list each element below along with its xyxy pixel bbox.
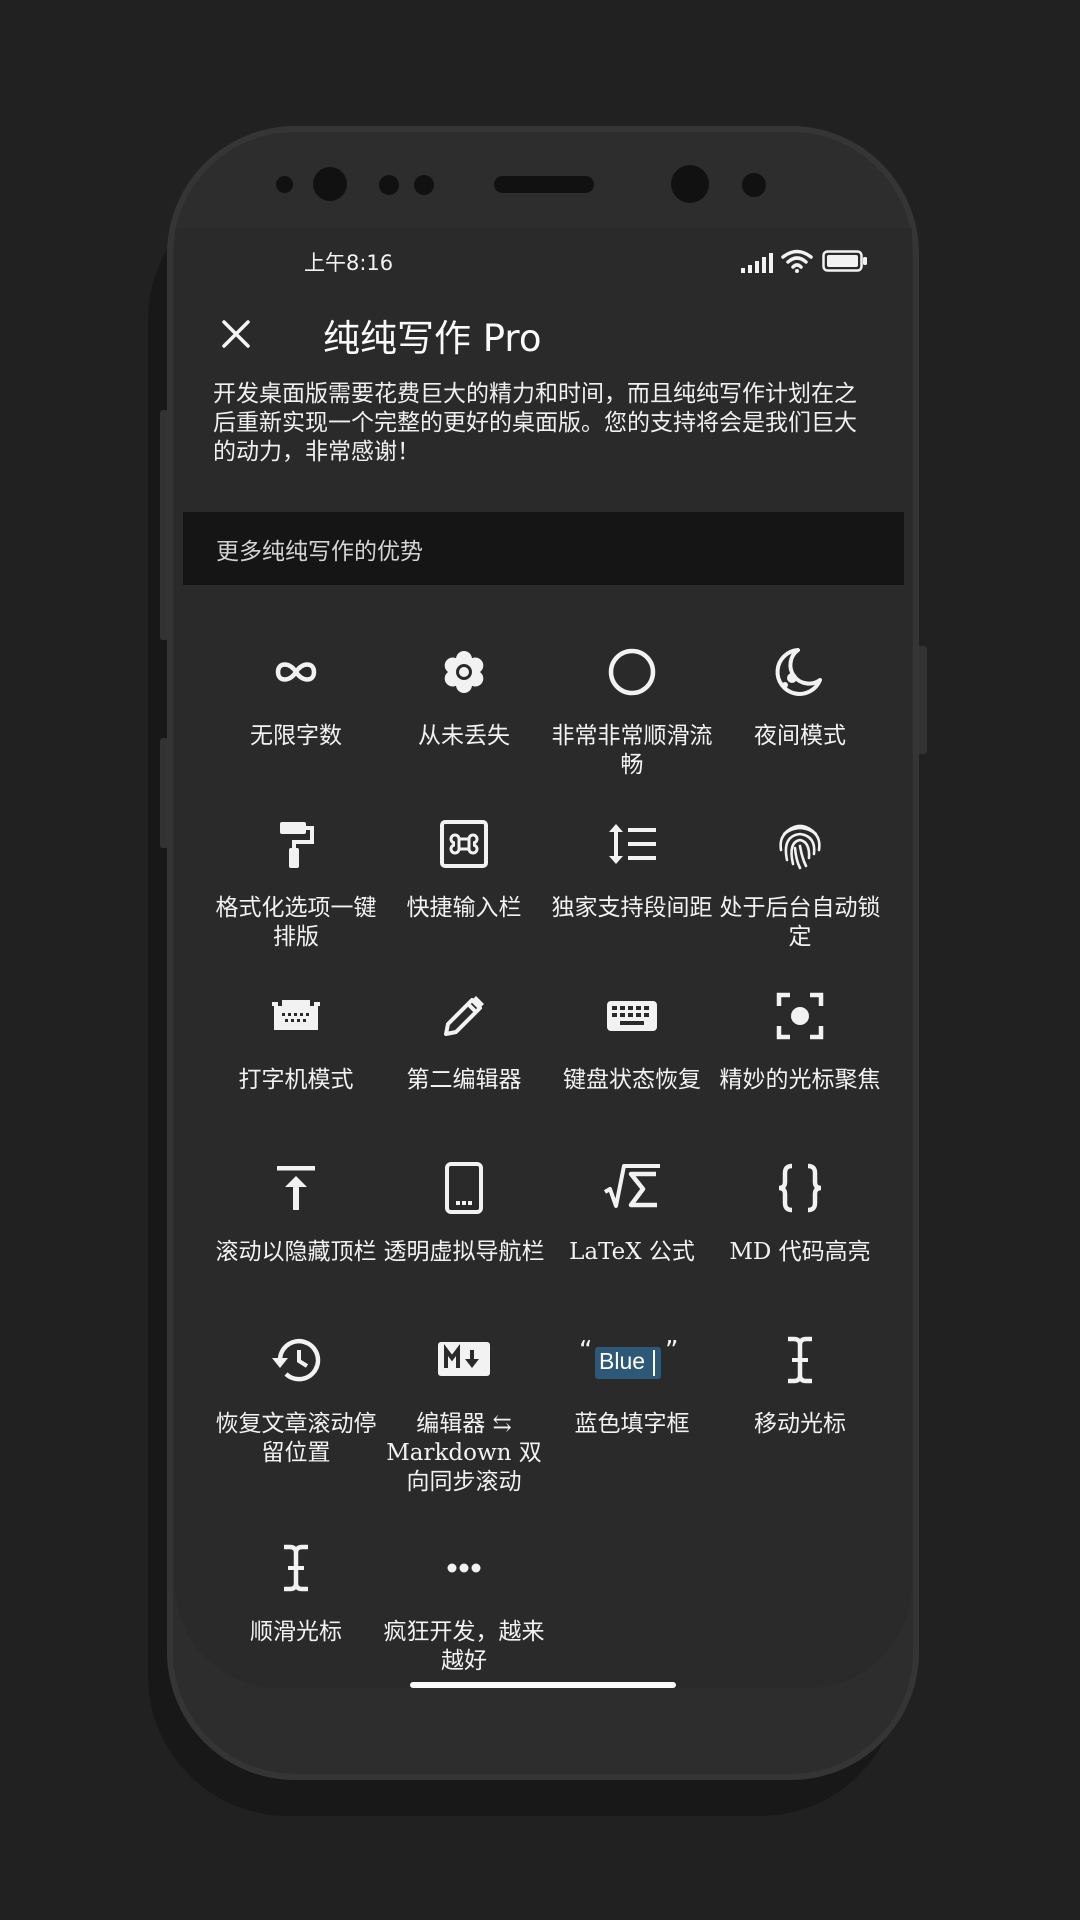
status-time: 上午8:16 bbox=[304, 251, 394, 275]
blue-fill-text: Blue bbox=[599, 1348, 646, 1374]
feature-label: 键盘状态恢复 bbox=[563, 1067, 701, 1093]
feature-label: 无限字数 bbox=[250, 723, 342, 749]
sensor-dot bbox=[742, 173, 766, 197]
feature-item: 打字机模式 bbox=[212, 964, 380, 1124]
text-cursor-icon bbox=[788, 1336, 812, 1384]
feature-label: 非常非常顺滑流畅 bbox=[551, 723, 713, 778]
focus-center-icon bbox=[776, 992, 824, 1040]
feature-label: 从未丢失 bbox=[418, 723, 510, 749]
feature-label: 顺滑光标 bbox=[250, 1619, 342, 1645]
quote-close: ” bbox=[665, 1336, 679, 1366]
more-dots-icon bbox=[447, 1563, 481, 1573]
feature-item: “ Blue ” 蓝色填字框 bbox=[548, 1308, 716, 1468]
wifi-icon bbox=[781, 249, 813, 273]
feature-item: 夜间模式 bbox=[716, 620, 884, 780]
feature-label: 打字机模式 bbox=[238, 1067, 354, 1093]
feature-item: 快捷输入栏 bbox=[380, 792, 548, 952]
feature-label: 夜间模式 bbox=[754, 723, 846, 749]
feature-item: 键盘状态恢复 bbox=[548, 964, 716, 1124]
front-camera bbox=[671, 165, 709, 203]
command-key-icon bbox=[440, 820, 488, 868]
feature-label: MD 代码高亮 bbox=[729, 1239, 871, 1265]
history-icon bbox=[272, 1338, 321, 1382]
feature-label: 快捷输入栏 bbox=[406, 895, 522, 921]
blue-fill-box-icon: “ Blue ” bbox=[577, 1328, 687, 1392]
paint-roller-icon bbox=[280, 822, 314, 868]
feature-label: LaTeX 公式 bbox=[569, 1239, 695, 1265]
sensor-dot bbox=[276, 176, 293, 193]
feature-label: 蓝色填字框 bbox=[574, 1411, 690, 1437]
close-icon[interactable] bbox=[212, 310, 260, 358]
feature-item: 处于后台自动锁定 bbox=[716, 792, 884, 952]
markdown-icon bbox=[438, 1342, 490, 1376]
feature-item: 顺滑光标 bbox=[212, 1516, 380, 1676]
feature-item: 非常非常顺滑流畅 bbox=[548, 620, 716, 780]
moon-icon bbox=[775, 648, 822, 696]
tablet-icon bbox=[445, 1162, 483, 1214]
feature-item: 从未丢失 bbox=[380, 620, 548, 780]
formula-icon bbox=[603, 1164, 660, 1208]
feature-item: 透明虚拟导航栏 bbox=[380, 1136, 548, 1296]
keyboard-icon bbox=[607, 1001, 657, 1031]
feature-label: 格式化选项一键排版 bbox=[215, 895, 377, 950]
signal-icon bbox=[741, 253, 773, 273]
sensor-dot bbox=[379, 175, 399, 195]
front-camera bbox=[313, 167, 347, 201]
infinity-icon bbox=[275, 662, 317, 682]
feature-label: 精妙的光标聚焦 bbox=[719, 1067, 881, 1093]
circle-icon bbox=[608, 648, 656, 696]
feature-label: 透明虚拟导航栏 bbox=[383, 1239, 545, 1265]
fingerprint-icon bbox=[779, 824, 821, 870]
pencil-icon bbox=[444, 996, 484, 1036]
home-indicator[interactable] bbox=[410, 1682, 676, 1688]
battery-icon bbox=[822, 250, 867, 272]
feature-item: 第二编辑器 bbox=[380, 964, 548, 1124]
text-caret bbox=[653, 1350, 655, 1376]
feature-item: LaTeX 公式 bbox=[548, 1136, 716, 1296]
feature-item: 格式化选项一键排版 bbox=[212, 792, 380, 952]
scroll-top-icon bbox=[277, 1166, 315, 1210]
feature-label: 疯狂开发，越来越好 bbox=[383, 1619, 545, 1674]
feature-label: 滚动以隐藏顶栏 bbox=[215, 1239, 377, 1265]
section-title: 更多纯纯写作的优势 bbox=[216, 539, 423, 565]
feature-item: 疯狂开发，越来越好 bbox=[380, 1516, 548, 1676]
feature-item: 独家支持段间距 bbox=[548, 792, 716, 952]
quote-open: “ bbox=[579, 1336, 593, 1366]
feature-label: 恢复文章滚动停留位置 bbox=[215, 1411, 377, 1466]
feature-item: 编辑器 ⇆ Markdown 双向同步滚动 bbox=[380, 1308, 548, 1495]
code-braces-icon bbox=[778, 1163, 822, 1213]
support-description: 开发桌面版需要花费巨大的精力和时间，而且纯纯写作计划在之后重新实现一个完整的更好… bbox=[213, 381, 857, 465]
feature-label: 独家支持段间距 bbox=[551, 895, 713, 921]
text-cursor-icon bbox=[284, 1544, 308, 1592]
section-header: 更多纯纯写作的优势 bbox=[183, 512, 904, 585]
feature-label: 移动光标 bbox=[754, 1411, 846, 1437]
feature-item: 精妙的光标聚焦 bbox=[716, 964, 884, 1124]
flower-icon bbox=[444, 651, 484, 693]
line-spacing-icon bbox=[609, 824, 656, 864]
page-title: 纯纯写作 Pro bbox=[323, 317, 542, 360]
earpiece-speaker bbox=[494, 176, 594, 193]
feature-item: MD 代码高亮 bbox=[716, 1136, 884, 1296]
feature-item: 移动光标 bbox=[716, 1308, 884, 1468]
feature-label: 第二编辑器 bbox=[406, 1067, 522, 1093]
feature-item: 无限字数 bbox=[212, 620, 380, 780]
sensor-dot bbox=[414, 175, 434, 195]
feature-item: 滚动以隐藏顶栏 bbox=[212, 1136, 380, 1296]
typewriter-icon bbox=[272, 1000, 320, 1030]
feature-label: 编辑器 ⇆ Markdown 双向同步滚动 bbox=[386, 1411, 542, 1495]
feature-item: 恢复文章滚动停留位置 bbox=[212, 1308, 380, 1468]
feature-grid: 无限字数 从未丢失 非常非常顺滑流畅 夜间模式 格式化选项一键排版 快捷输入栏 … bbox=[212, 620, 884, 1700]
feature-label: 处于后台自动锁定 bbox=[719, 895, 881, 950]
